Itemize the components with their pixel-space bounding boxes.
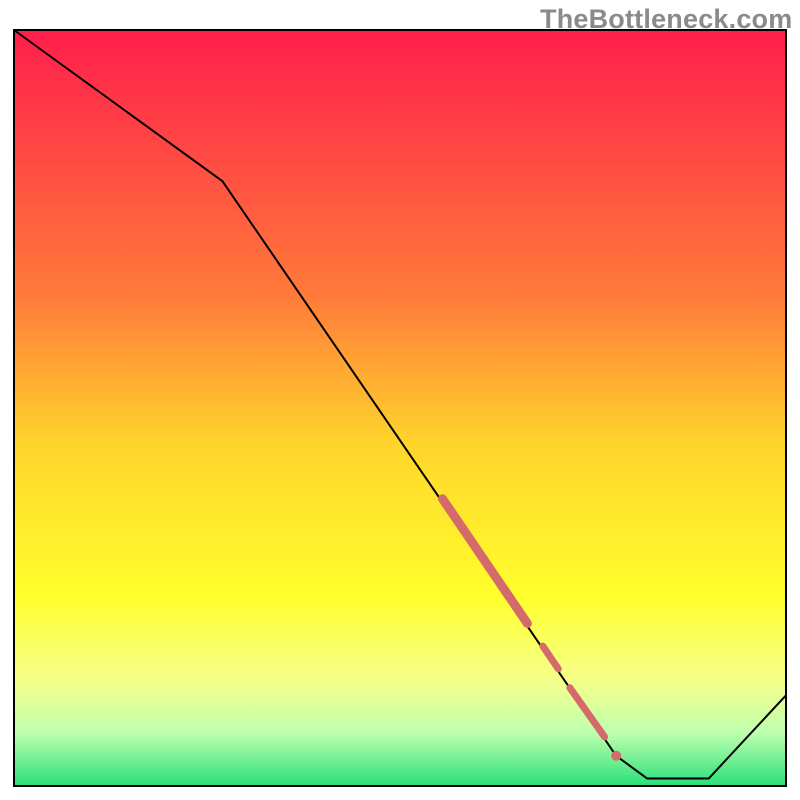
bottleneck-chart <box>0 0 800 800</box>
highlight-dot-0 <box>611 751 621 761</box>
watermark-text: TheBottleneck.com <box>540 4 792 35</box>
chart-stage: TheBottleneck.com <box>0 0 800 800</box>
plot-background <box>14 30 786 786</box>
